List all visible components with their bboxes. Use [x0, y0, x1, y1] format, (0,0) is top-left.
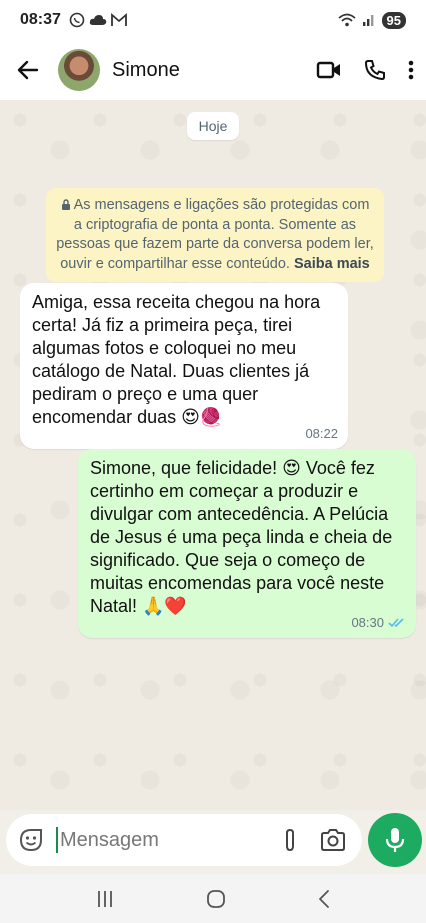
- camera-icon[interactable]: [320, 829, 346, 851]
- arrow-left-icon: [17, 60, 39, 80]
- message-input[interactable]: Mensagem: [56, 827, 282, 853]
- encryption-notice[interactable]: As mensagens e ligações são protegidas c…: [46, 188, 384, 282]
- message-composer: Mensagem: [6, 814, 362, 866]
- back-nav-icon[interactable]: [317, 889, 331, 909]
- whatsapp-notification-icon: [69, 12, 85, 28]
- chat-header: Simone: [0, 40, 426, 100]
- cloud-icon: [89, 15, 107, 25]
- learn-more-link[interactable]: Saiba mais: [294, 256, 370, 272]
- avatar[interactable]: [58, 49, 100, 91]
- contact-name[interactable]: Simone: [112, 59, 180, 82]
- message-incoming[interactable]: Amiga, essa receita chegou na hora certa…: [20, 283, 348, 449]
- voice-message-button[interactable]: [368, 813, 422, 867]
- recent-apps-icon[interactable]: [95, 889, 115, 909]
- battery-indicator: 95: [381, 11, 406, 29]
- lock-icon: [61, 199, 70, 210]
- signal-icon: [362, 15, 373, 26]
- microphone-icon: [385, 828, 405, 852]
- status-time: 08:37: [20, 11, 61, 28]
- chat-area[interactable]: Hoje As mensagens e ligações são protegi…: [0, 100, 426, 810]
- date-chip: Hoje: [187, 112, 239, 140]
- double-check-read-icon: [388, 618, 404, 628]
- status-bar: 08:37 95: [0, 0, 426, 40]
- more-options-icon[interactable]: [408, 60, 414, 80]
- system-nav-bar: [0, 874, 426, 923]
- video-call-icon[interactable]: [316, 60, 342, 80]
- notification-icons: [69, 12, 127, 28]
- message-text: Amiga, essa receita chegou na hora certa…: [32, 292, 321, 427]
- message-outgoing[interactable]: Simone, que felicidade! 😍 Você fez certi…: [78, 449, 416, 638]
- message-time: 08:30: [351, 615, 384, 630]
- phone-call-icon[interactable]: [364, 59, 386, 81]
- wifi-icon: [337, 13, 356, 27]
- home-icon[interactable]: [206, 889, 226, 909]
- sticker-icon[interactable]: [18, 827, 44, 853]
- message-time: 08:22: [305, 426, 338, 441]
- back-button[interactable]: [12, 54, 44, 86]
- attachment-icon[interactable]: [282, 827, 298, 853]
- message-text: Simone, que felicidade! 😍 Você fez certi…: [90, 458, 393, 616]
- gmail-icon: [111, 13, 127, 26]
